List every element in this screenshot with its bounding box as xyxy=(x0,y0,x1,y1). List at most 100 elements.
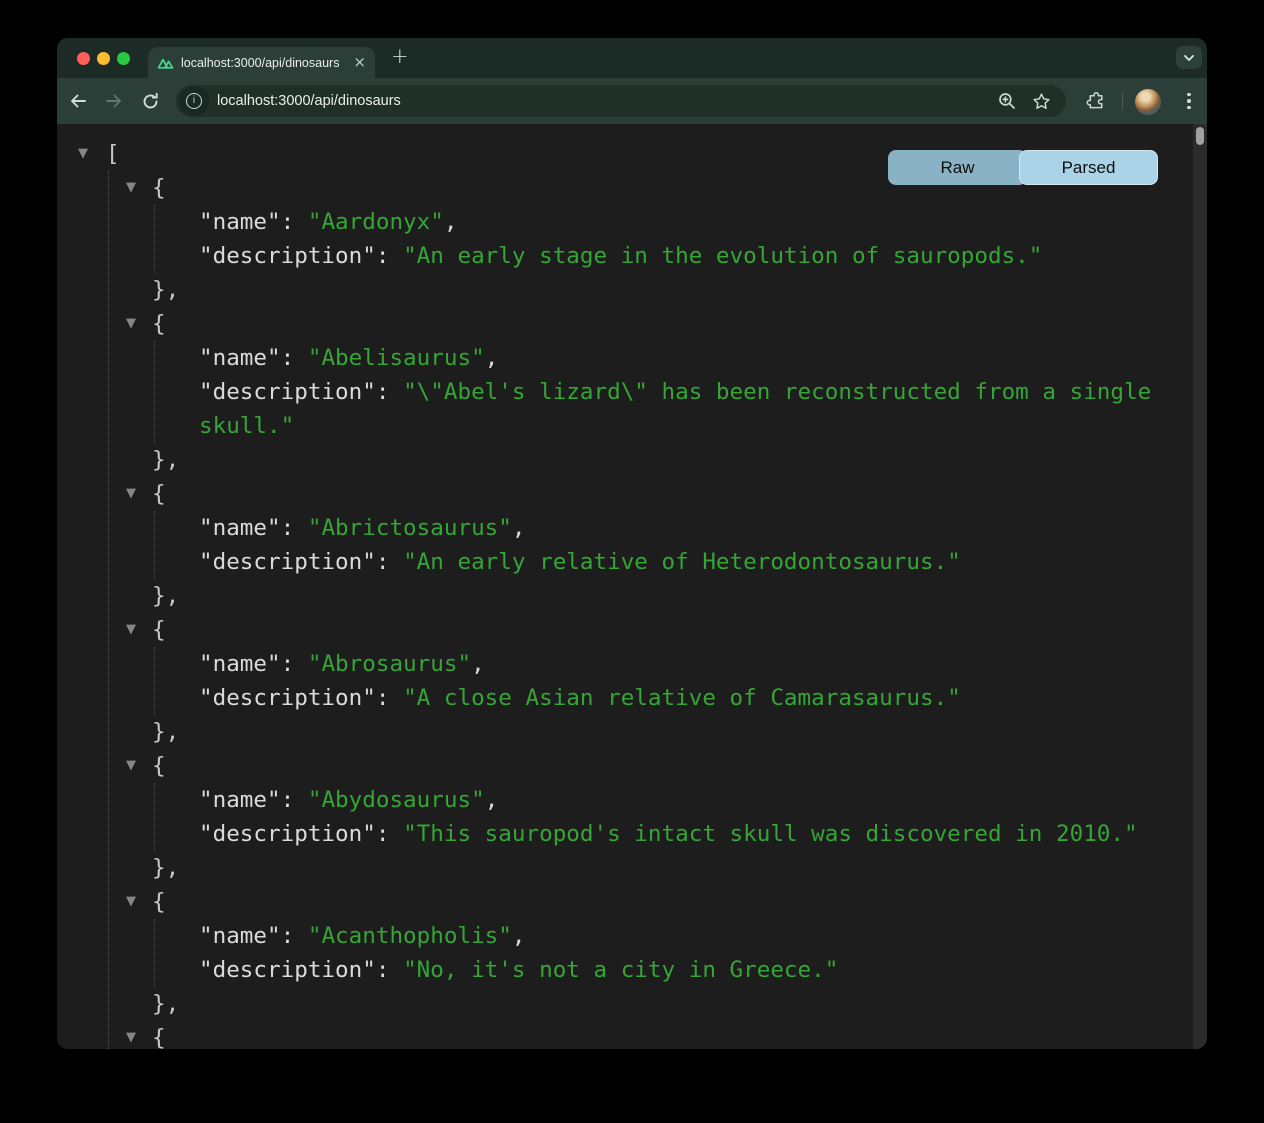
new-tab-button[interactable]: + xyxy=(391,44,409,68)
toolbar-divider xyxy=(1122,92,1123,110)
key-description: "description" xyxy=(199,379,376,405)
minimize-window-button[interactable] xyxy=(97,52,110,65)
collapse-triangle-icon[interactable]: ▼ xyxy=(126,171,136,205)
indent-guide xyxy=(154,647,155,715)
object-fields: "name": "Abrictosaurus", "description": … xyxy=(57,511,1193,579)
description-field-line: "description": "This sauropod's intact s… xyxy=(57,817,1193,851)
close-brace: }, xyxy=(152,855,179,881)
name-value: "Abrosaurus" xyxy=(308,651,471,677)
back-arrow-icon xyxy=(68,91,88,111)
tab-close-icon[interactable]: × xyxy=(353,55,366,70)
key-name: "name" xyxy=(199,209,281,235)
open-brace: { xyxy=(152,1025,166,1049)
scrollbar-track[interactable] xyxy=(1193,124,1207,1049)
indent-guide xyxy=(154,783,155,851)
browser-menu-button[interactable] xyxy=(1177,89,1201,113)
json-entry: ▼{ "name": "Abrictosaurus", "description… xyxy=(57,477,1193,613)
extensions-button[interactable] xyxy=(1084,89,1108,113)
colon: : xyxy=(376,379,403,405)
colon: : xyxy=(376,685,403,711)
name-field-line: "name": "Acanthopholis", xyxy=(57,919,1193,953)
tab-strip: localhost:3000/api/dinosaurs × + xyxy=(57,38,1207,78)
object-close-line: }, xyxy=(57,443,1193,477)
parsed-button[interactable]: Parsed xyxy=(1019,150,1158,185)
object-fields: "name": "Abelisaurus", "description": "\… xyxy=(57,341,1193,443)
forward-arrow-icon xyxy=(104,91,124,111)
open-brace: { xyxy=(152,311,166,337)
close-brace: }, xyxy=(152,447,179,473)
colon: : xyxy=(281,345,308,371)
open-brace: { xyxy=(152,889,166,915)
comma: , xyxy=(471,651,485,677)
maximize-window-button[interactable] xyxy=(117,52,130,65)
close-window-button[interactable] xyxy=(77,52,90,65)
reload-button[interactable] xyxy=(139,90,161,112)
description-value: "This sauropod's intact skull was discov… xyxy=(403,821,1138,847)
comma: , xyxy=(512,515,526,541)
bookmark-star-icon[interactable] xyxy=(1031,91,1052,112)
json-entries: ▼{ "name": "Aardonyx", "description": "A… xyxy=(57,171,1193,1049)
site-info-chip[interactable]: i xyxy=(179,86,209,116)
scrollbar-thumb[interactable] xyxy=(1196,127,1204,145)
open-brace: { xyxy=(152,617,166,643)
name-field-line: "name": "Abelisaurus", xyxy=(57,341,1193,375)
name-field-line: "name": "Abydosaurus", xyxy=(57,783,1193,817)
colon: : xyxy=(281,923,308,949)
open-brace: { xyxy=(152,175,166,201)
collapse-triangle-icon[interactable]: ▼ xyxy=(126,749,136,783)
indent-guide xyxy=(154,511,155,579)
colon: : xyxy=(376,549,403,575)
description-value: "No, it's not a city in Greece." xyxy=(403,957,838,983)
comma: , xyxy=(485,345,499,371)
json-tree: ▼[ ▼{ "name": "Aardonyx", "description":… xyxy=(57,124,1193,1049)
json-entry: ▼{ "name": "Abrosaurus", "description": … xyxy=(57,613,1193,749)
name-value: "Abydosaurus" xyxy=(308,787,485,813)
object-open-line: ▼{ xyxy=(57,477,1193,511)
browser-toolbar: i localhost:3000/api/dinosaurs xyxy=(57,78,1207,124)
chevron-down-icon xyxy=(1183,54,1195,62)
key-description: "description" xyxy=(199,821,376,847)
object-close-line: }, xyxy=(57,273,1193,307)
key-name: "name" xyxy=(199,515,281,541)
close-brace: }, xyxy=(152,719,179,745)
zoom-magnifier-icon[interactable] xyxy=(997,91,1017,111)
close-brace: }, xyxy=(152,277,179,303)
open-brace: { xyxy=(152,481,166,507)
avatar-image xyxy=(1135,89,1161,115)
colon: : xyxy=(376,243,403,269)
page-content: Raw Parsed ▼[ ▼{ "name": "Aardonyx", "de… xyxy=(57,124,1207,1049)
root-bracket: [ xyxy=(106,141,120,167)
object-fields: "name": "Acanthopholis", "description": … xyxy=(57,919,1193,987)
open-brace: { xyxy=(152,753,166,779)
address-bar[interactable]: i localhost:3000/api/dinosaurs xyxy=(176,85,1066,117)
object-open-line: ▼{ xyxy=(57,749,1193,783)
collapse-triangle-icon[interactable]: ▼ xyxy=(126,307,136,341)
url-text[interactable]: localhost:3000/api/dinosaurs xyxy=(217,93,401,109)
colon: : xyxy=(281,651,308,677)
raw-button[interactable]: Raw xyxy=(888,150,1027,185)
browser-tab[interactable]: localhost:3000/api/dinosaurs × xyxy=(148,47,375,78)
name-field-line: "name": "Aardonyx", xyxy=(57,205,1193,239)
json-entry: ▼ { "name": "Aardonyx", "description": "A… xyxy=(57,171,1193,307)
object-open-line: ▼{ xyxy=(57,613,1193,647)
collapse-triangle-icon[interactable]: ▼ xyxy=(126,1021,136,1049)
info-circle-icon: i xyxy=(186,93,202,109)
collapse-triangle-icon[interactable]: ▼ xyxy=(126,477,136,511)
profile-avatar[interactable] xyxy=(1135,89,1159,113)
back-button[interactable] xyxy=(67,90,89,112)
key-name: "name" xyxy=(199,787,281,813)
description-field-line: "description": "An early relative of Het… xyxy=(57,545,1193,579)
collapse-triangle-icon[interactable]: ▼ xyxy=(126,885,136,919)
collapse-triangle-icon[interactable]: ▼ xyxy=(78,137,88,171)
name-value: "Aardonyx" xyxy=(308,209,444,235)
key-name: "name" xyxy=(199,345,281,371)
object-open-line: ▼{ xyxy=(57,885,1193,919)
json-entry: ▼{ "name": "Abydosaurus", "description":… xyxy=(57,749,1193,885)
collapse-triangle-icon[interactable]: ▼ xyxy=(126,613,136,647)
tab-search-chevron-button[interactable] xyxy=(1176,46,1202,69)
comma: , xyxy=(485,787,499,813)
object-fields: "name": "Abydosaurus", "description": "T… xyxy=(57,783,1193,851)
comma: , xyxy=(444,209,458,235)
forward-button[interactable] xyxy=(103,90,125,112)
description-field-line: "description": "An early stage in the ev… xyxy=(57,239,1193,273)
